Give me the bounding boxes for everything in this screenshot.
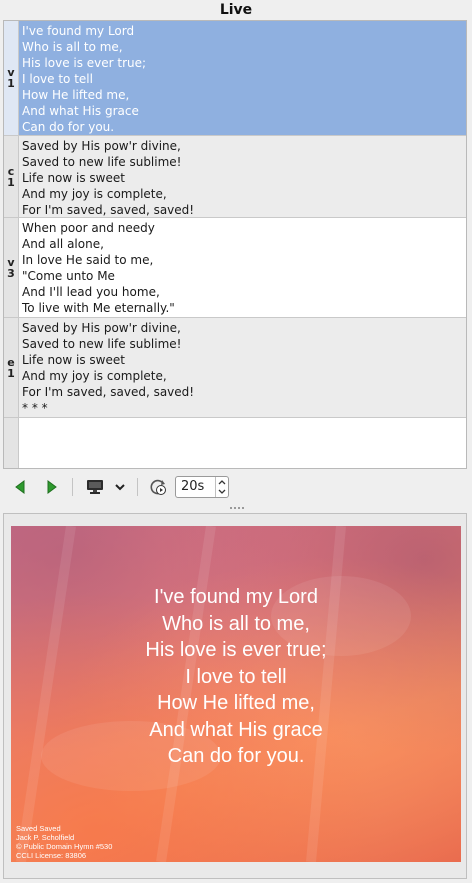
increment-button[interactable] (216, 477, 228, 487)
slide-line: Life now is sweet (22, 171, 125, 185)
slide-list[interactable]: v1 I've found my Lord Who is all to me, … (3, 20, 467, 469)
monitor-icon (87, 480, 103, 494)
row-header-filler (4, 418, 19, 468)
slide-line: Life now is sweet (22, 353, 125, 367)
preview-line: His love is ever true; (145, 639, 327, 661)
slide-line: His love is ever true; (22, 56, 147, 70)
slide-row-v1[interactable]: v1 I've found my Lord Who is all to me, … (4, 21, 466, 136)
timed-loop-button[interactable] (147, 477, 169, 497)
previous-slide-button[interactable] (10, 477, 30, 497)
panel-title: Live (219, 2, 253, 18)
preview-line: I love to tell (185, 665, 287, 688)
footer-line: Saved Saved (16, 824, 61, 833)
next-slide-button[interactable] (42, 477, 62, 497)
next-slide-icon (47, 480, 57, 494)
slide-row-e1[interactable]: e1 Saved by His pow'r divine, Saved to n… (4, 318, 466, 418)
preview-lyrics: I've found my Lord Who is all to me, His… (11, 584, 461, 770)
toolbar-separator (137, 478, 138, 496)
slide-line: And all alone, (22, 237, 104, 251)
slide-tag: e1 (4, 318, 19, 417)
slide-line: Who is all to me, (22, 40, 123, 54)
slide-line: Saved by His pow'r divine, (22, 139, 181, 153)
slide-line: "Come unto Me (22, 269, 115, 283)
slide-line: For I'm saved, saved, saved! (22, 385, 195, 399)
slide-tag: v3 (4, 218, 19, 317)
slide-line: For I'm saved, saved, saved! (22, 203, 195, 217)
slide-line: In love He said to me, (22, 253, 154, 267)
slide-line: I love to tell (22, 72, 93, 86)
slide-line: Can do for you. (22, 120, 115, 134)
slide-line: And my joy is complete, (22, 369, 167, 383)
chevron-down-icon (218, 489, 226, 494)
delay-spinbox[interactable]: 20s (175, 476, 229, 498)
slide-line: And my joy is complete, (22, 187, 167, 201)
splitter-handle[interactable] (226, 505, 246, 511)
display-dropdown-button[interactable] (112, 477, 128, 497)
live-preview: I've found my Lord Who is all to me, His… (11, 526, 461, 862)
footer-line: © Public Domain Hymn #530 (16, 842, 113, 851)
preview-line: I've found my Lord (154, 586, 318, 608)
slide-controller-toolbar: 20s (0, 472, 472, 502)
slide-line: Saved by His pow'r divine, (22, 321, 181, 335)
slide-line: I've found my Lord (22, 24, 135, 38)
delay-value[interactable]: 20s (181, 477, 204, 497)
slide-line: Saved to new life sublime! (22, 155, 182, 169)
slide-line: When poor and needy (22, 221, 155, 235)
previous-slide-icon (15, 480, 25, 494)
slide-tag: v1 (4, 21, 19, 135)
slide-row-c1[interactable]: c1 Saved by His pow'r divine, Saved to n… (4, 136, 466, 218)
chevron-down-icon (115, 484, 125, 491)
slide-line: And I'll lead you home, (22, 285, 160, 299)
song-footer: Saved Saved Jack P. Scholfield © Public … (16, 824, 112, 860)
footer-line: Jack P. Scholfield (16, 833, 75, 842)
decrement-button[interactable] (216, 487, 228, 497)
timed-loop-icon (150, 479, 166, 495)
slide-text: Saved by His pow'r divine, Saved to new … (19, 136, 466, 217)
slide-tag: c1 (4, 136, 19, 217)
preview-line: Who is all to me, (162, 612, 310, 635)
slide-line: Saved to new life sublime! (22, 337, 182, 351)
slide-line: And what His grace (22, 104, 139, 118)
slide-text: Saved by His pow'r divine, Saved to new … (19, 318, 466, 417)
preview-line: Can do for you. (167, 745, 305, 767)
slide-line: How He lifted me, (22, 88, 130, 102)
slide-text: I've found my Lord Who is all to me, His… (19, 21, 466, 135)
slide-line: To live with Me eternally." (22, 301, 175, 315)
toolbar-separator (72, 478, 73, 496)
slide-row-v3[interactable]: v3 When poor and needy And all alone, In… (4, 218, 466, 318)
slide-text: When poor and needy And all alone, In lo… (19, 218, 466, 317)
preview-line: How He lifted me, (157, 692, 315, 714)
slide-line: * * * (22, 401, 48, 415)
footer-line: CCLI License: 83806 (16, 851, 87, 860)
display-button[interactable] (84, 477, 106, 497)
spin-buttons (215, 477, 228, 497)
preview-line: And what His grace (149, 718, 323, 741)
chevron-up-icon (218, 480, 226, 485)
